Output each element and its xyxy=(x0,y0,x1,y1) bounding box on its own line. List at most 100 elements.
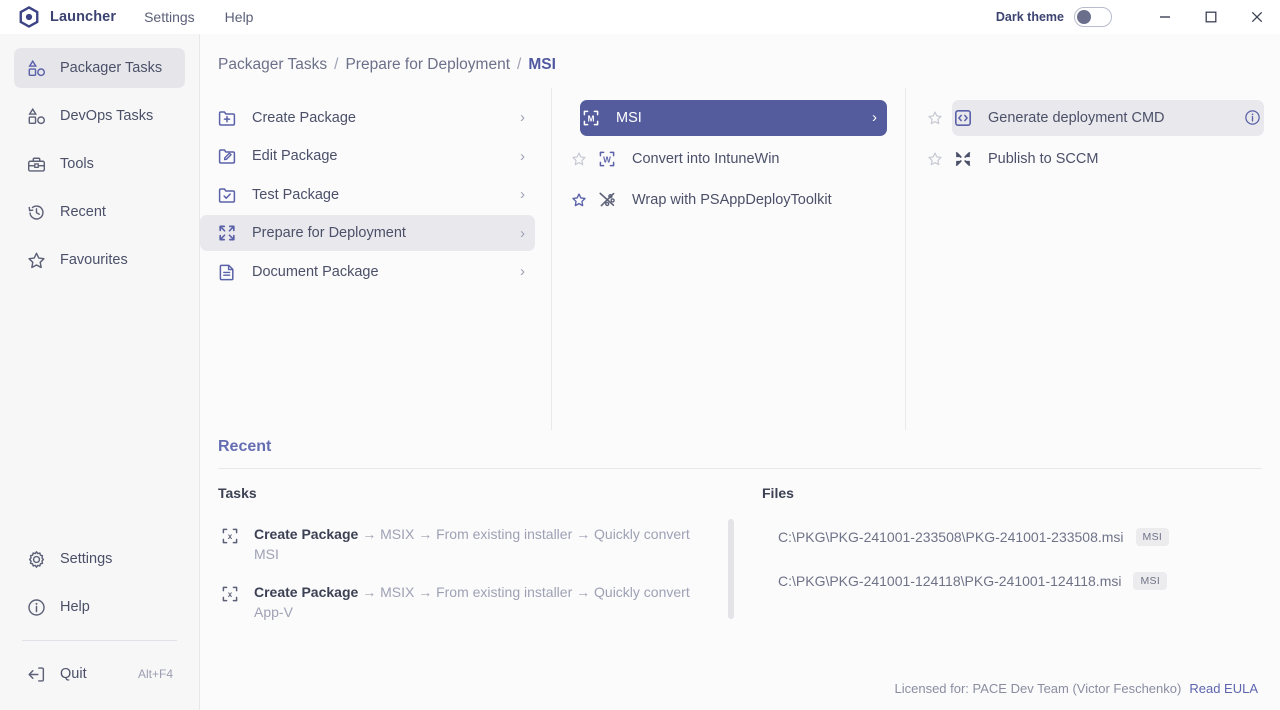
shapes-icon xyxy=(26,58,47,79)
recent-file-item[interactable]: C:\PKG\PKG-241001-233508\PKG-241001-2335… xyxy=(762,515,1262,559)
breadcrumb: Packager Tasks / Prepare for Deployment … xyxy=(200,34,1280,88)
chevron-right-icon: › xyxy=(510,263,525,280)
task-item-label: Publish to SCCM xyxy=(988,151,1098,167)
toggle-knob xyxy=(1077,10,1091,24)
toolbox-icon xyxy=(26,154,47,175)
sidebar-item-devops-tasks[interactable]: DevOps Tasks xyxy=(14,96,185,136)
recent-files-column: Files C:\PKG\PKG-241001-233508\PKG-24100… xyxy=(748,485,1262,666)
intunewin-bracket-icon: W xyxy=(596,148,618,170)
recent-tasks-list: x Create Package → MSIX → From existing … xyxy=(218,515,748,666)
task-item-publish-to-sccm[interactable]: Publish to SCCM xyxy=(952,141,1264,177)
task-item-label: Create Package xyxy=(252,110,356,126)
recent-task-text: Create Package → MSIX → From existing in… xyxy=(254,524,708,564)
task-item-prepare-for-deployment[interactable]: Prepare for Deployment › xyxy=(200,215,535,251)
column-packager-tasks: Create Package › Edit Package › xyxy=(200,88,552,430)
sidebar-item-label: Packager Tasks xyxy=(60,60,162,76)
task-item-create-package[interactable]: Create Package › xyxy=(200,100,535,136)
star-favourited-icon xyxy=(571,192,587,208)
column-prepare-for-deployment: M MSI › xyxy=(552,88,906,430)
breadcrumb-item-prepare-for-deployment[interactable]: Prepare for Deployment xyxy=(345,56,510,74)
sidebar-spacer xyxy=(0,284,199,535)
task-row-generate-deployment-cmd: Generate deployment CMD xyxy=(906,97,1280,138)
recent-task-item[interactable]: x Create Package → MSIX → From existing … xyxy=(218,573,748,631)
favourite-star-button[interactable] xyxy=(564,138,594,179)
menu-settings[interactable]: Settings xyxy=(142,6,197,28)
task-item-generate-deployment-cmd[interactable]: Generate deployment CMD xyxy=(952,100,1264,136)
task-item-convert-into-intunewin[interactable]: W Convert into IntuneWin xyxy=(596,141,889,177)
recent-columns: Tasks x xyxy=(218,469,1262,666)
breadcrumb-item-msi: MSI xyxy=(528,56,556,74)
favourite-star-button[interactable] xyxy=(920,138,950,179)
history-icon xyxy=(26,202,47,223)
publish-sccm-icon xyxy=(952,148,974,170)
task-item-label: Test Package xyxy=(252,187,339,203)
task-item-edit-package[interactable]: Edit Package › xyxy=(200,138,535,174)
sidebar-item-settings[interactable]: Settings xyxy=(14,539,185,579)
task-row-convert-into-intunewin: W Convert into IntuneWin xyxy=(552,138,905,179)
task-item-document-package[interactable]: Document Package › xyxy=(200,254,535,290)
recent-tasks-scrollbar[interactable] xyxy=(728,519,734,662)
chevron-right-icon: › xyxy=(510,186,525,203)
task-item-msi[interactable]: M MSI › xyxy=(580,100,887,136)
document-icon xyxy=(216,261,238,283)
svg-text:x: x xyxy=(228,532,233,541)
svg-text:M: M xyxy=(588,114,595,123)
chevron-right-icon: › xyxy=(862,109,877,126)
svg-text:x: x xyxy=(228,590,233,599)
breadcrumb-separator: / xyxy=(517,56,521,74)
star-outline-icon xyxy=(571,151,587,167)
task-item-label: Generate deployment CMD xyxy=(988,110,1165,126)
exit-icon xyxy=(26,664,47,685)
recent-files-list: C:\PKG\PKG-241001-233508\PKG-241001-2335… xyxy=(762,515,1262,666)
scrollbar-thumb[interactable] xyxy=(728,519,734,619)
info-circle-icon xyxy=(26,597,47,618)
sidebar-item-favourites[interactable]: Favourites xyxy=(14,240,185,280)
close-button[interactable] xyxy=(1234,0,1280,34)
maximize-button[interactable] xyxy=(1188,0,1234,34)
recent-files-header: Files xyxy=(762,485,1262,515)
recent-file-path: C:\PKG\PKG-241001-124118\PKG-241001-1241… xyxy=(778,573,1121,589)
recent-task-item[interactable]: x Create Package → MSIX → From existing … xyxy=(218,515,748,573)
sidebar-item-recent[interactable]: Recent xyxy=(14,192,185,232)
folder-plus-icon xyxy=(216,107,238,129)
read-eula-link[interactable]: Read EULA xyxy=(1189,681,1258,696)
expand-icon xyxy=(216,222,238,244)
app-window: Launcher Settings Help Dark theme xyxy=(0,0,1280,710)
minimize-button[interactable] xyxy=(1142,0,1188,34)
package-x-icon: x xyxy=(220,526,242,548)
favourite-star-button[interactable] xyxy=(920,97,950,138)
breadcrumb-separator: / xyxy=(334,56,338,74)
sidebar-item-quit[interactable]: Quit Alt+F4 xyxy=(14,654,185,694)
sidebar-item-label: Tools xyxy=(60,156,94,172)
sidebar-item-help[interactable]: Help xyxy=(14,587,185,627)
brand-name: Launcher xyxy=(50,9,116,25)
info-icon[interactable] xyxy=(1236,109,1254,127)
task-item-wrap-with-psappdeploytoolkit[interactable]: Wrap with PSAppDeployToolkit xyxy=(596,182,889,218)
sidebar-item-packager-tasks[interactable]: Packager Tasks xyxy=(14,48,185,88)
task-item-label: Wrap with PSAppDeployToolkit xyxy=(632,192,832,208)
recent-file-path: C:\PKG\PKG-241001-233508\PKG-241001-2335… xyxy=(778,529,1124,545)
chevron-right-icon: › xyxy=(510,109,525,126)
breadcrumb-item-packager-tasks[interactable]: Packager Tasks xyxy=(218,56,327,74)
task-item-label: MSI xyxy=(616,110,642,126)
star-outline-icon xyxy=(927,151,943,167)
task-item-test-package[interactable]: Test Package › xyxy=(200,177,535,213)
favourite-star-button[interactable] xyxy=(564,179,594,220)
sidebar-item-tools[interactable]: Tools xyxy=(14,144,185,184)
recent-tasks-header: Tasks xyxy=(218,485,748,515)
title-bar: Launcher Settings Help Dark theme xyxy=(0,0,1280,34)
svg-text:W: W xyxy=(603,155,611,164)
menu-help[interactable]: Help xyxy=(223,6,256,28)
dark-theme-toggle[interactable] xyxy=(1074,7,1112,27)
sidebar-item-label: Quit xyxy=(60,666,87,682)
recent-tasks-column: Tasks x xyxy=(218,485,748,666)
recent-file-item[interactable]: C:\PKG\PKG-241001-124118\PKG-241001-1241… xyxy=(762,559,1262,603)
content-area: Packager Tasks / Prepare for Deployment … xyxy=(200,34,1280,710)
titlebar-right-group: Dark theme xyxy=(996,0,1280,34)
task-item-label: Edit Package xyxy=(252,148,337,164)
sidebar-item-label: DevOps Tasks xyxy=(60,108,153,124)
sidebar: Packager Tasks DevOps Tasks xyxy=(0,34,200,710)
sidebar-item-label: Help xyxy=(60,599,90,615)
launcher-logo-icon xyxy=(18,6,40,28)
task-item-label: Prepare for Deployment xyxy=(252,225,406,241)
